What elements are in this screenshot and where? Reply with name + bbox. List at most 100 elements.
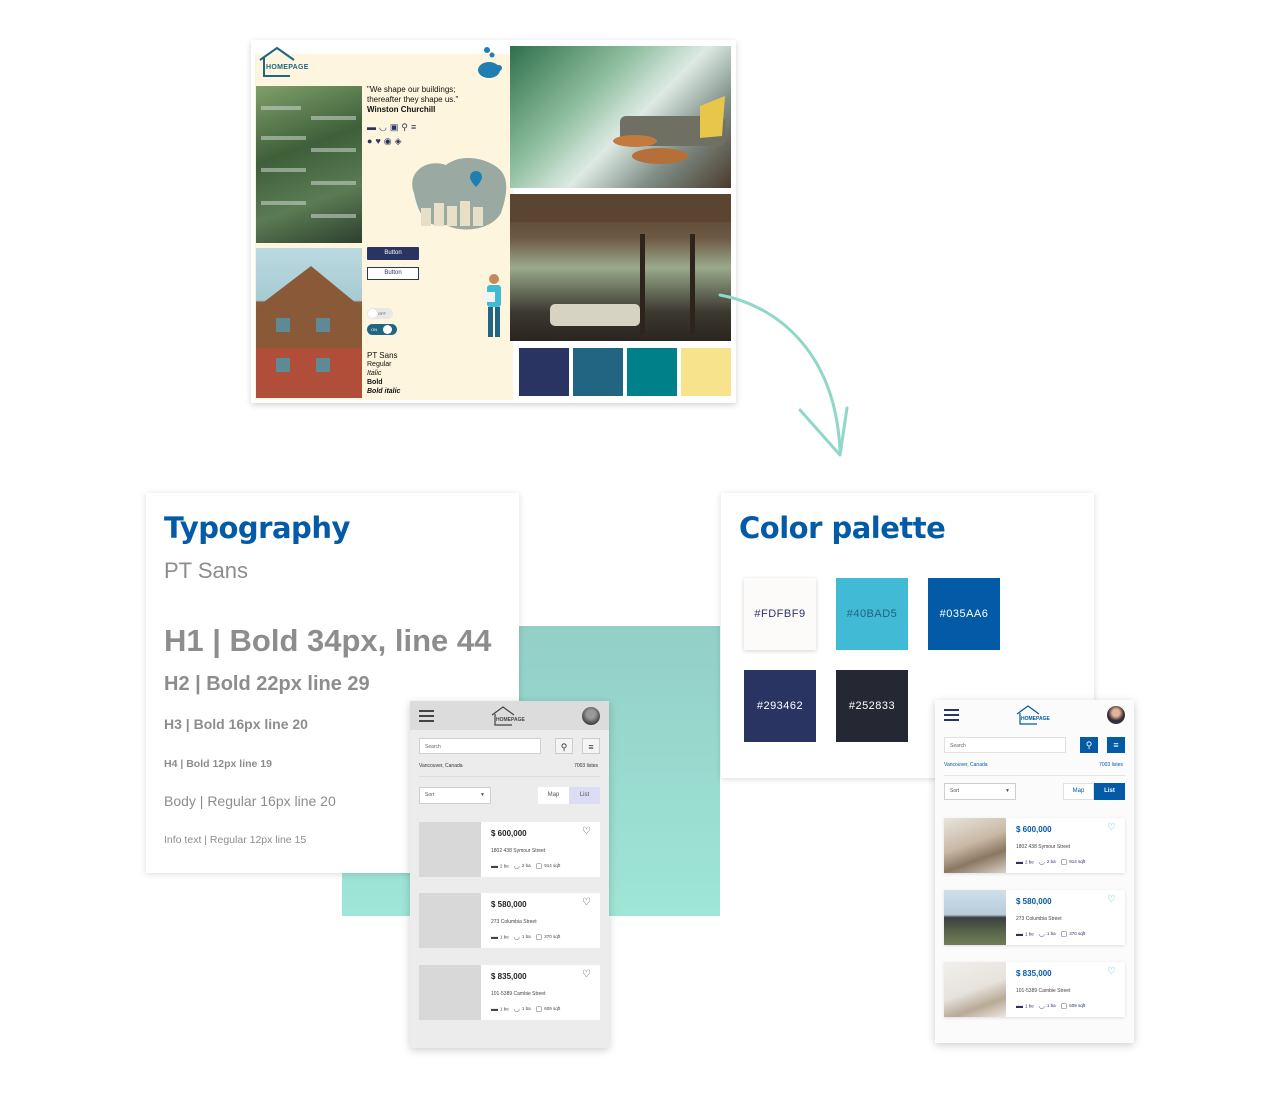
search-button[interactable]: ⚲	[555, 738, 573, 754]
house-logo-icon	[1016, 705, 1040, 725]
toggle-on-label: ON	[371, 327, 377, 332]
listing-count: 7003 listes	[1099, 762, 1123, 768]
phone-header: HOMEPAGE	[410, 701, 609, 730]
heart-icon[interactable]: ♡	[1107, 822, 1116, 833]
area-icon: ▢	[1060, 1003, 1068, 1010]
listing-address: 101-5389 Cambie Street	[1016, 988, 1071, 994]
listing-area: 370 sqft	[1069, 931, 1086, 937]
search-button[interactable]: ⚲	[1080, 737, 1098, 753]
listing-price: $ 600,000	[1016, 825, 1052, 834]
map-toggle[interactable]: Map	[1063, 783, 1094, 800]
avatar[interactable]	[582, 707, 600, 725]
moodboard-swatch	[627, 348, 677, 396]
listing-address: 1802 438 Symour Street	[1016, 844, 1071, 850]
heart-icon[interactable]: ♡	[1107, 894, 1116, 905]
bed-icon: ▬	[367, 122, 379, 132]
heart-icon[interactable]: ♡	[1107, 966, 1116, 977]
sort-select[interactable]: Sort ▼	[944, 783, 1016, 800]
location-label: Vancouver, Canada	[944, 762, 988, 768]
menu-icon[interactable]	[944, 709, 959, 721]
list-toggle[interactable]: List	[569, 787, 600, 804]
listing-address: 273 Columbia Street	[491, 919, 537, 925]
font-specimen-bold: Bold	[367, 379, 383, 386]
house-logo-icon	[259, 46, 295, 77]
filter-icon: ≡	[410, 122, 420, 132]
listing-beds: 2 be	[500, 863, 509, 869]
list-item[interactable]: $ 835,000 ♡ 101-5389 Cambie Street ▬ 1 be…	[419, 965, 600, 1020]
quote-author: Winston Churchill	[367, 105, 436, 114]
heart-icon[interactable]: ♡	[582, 969, 591, 980]
listing-features: ▬ 1 be ◡ 1 ba ▢ 370 sqft	[1016, 930, 1090, 939]
listing-price: $ 835,000	[1016, 969, 1052, 978]
phone-logo[interactable]: HOMEPAGE	[490, 705, 530, 727]
listing-beds: 2 be	[1025, 859, 1034, 865]
search-input[interactable]: Search	[944, 737, 1066, 753]
area-icon: ▢	[1060, 859, 1068, 866]
font-specimen-regular: Regular	[367, 361, 392, 368]
sort-label: Sort	[425, 792, 435, 798]
person-illustration	[483, 274, 501, 337]
listing-image	[944, 818, 1006, 873]
sample-outline-button: Button	[367, 267, 419, 280]
listing-price: $ 600,000	[491, 829, 527, 838]
typography-h1-sample: H1 | Bold 34px, line 44	[164, 623, 492, 658]
sample-filled-button: Button	[367, 247, 419, 260]
green-building-photo	[256, 86, 362, 243]
bath-icon: ◡	[1038, 1003, 1045, 1010]
divider	[419, 776, 600, 777]
listing-features: ▬ 1 be ◡ 1 ba ▢ 609 sqft	[491, 1005, 565, 1014]
font-specimen-bold-italic: Bold italic	[367, 388, 401, 395]
chevron-down-icon: ▼	[480, 792, 485, 798]
search-input[interactable]: Search	[419, 738, 541, 754]
veranda-detail	[510, 194, 731, 334]
heart-icon: ♥	[375, 136, 384, 146]
listing-address: 1802 438 Symour Street	[491, 848, 546, 854]
listing-address: 273 Columbia Street	[1016, 916, 1062, 922]
filter-button[interactable]: ≡	[1107, 737, 1125, 753]
target-icon: ◉	[383, 136, 395, 146]
living-room-photo	[510, 46, 731, 188]
typography-h2-sample: H2 | Bold 22px line 29	[164, 673, 370, 695]
sample-toggle-on: ON	[367, 324, 397, 335]
menu-icon[interactable]	[419, 710, 434, 722]
filter-icon: ≡	[588, 742, 594, 752]
listing-price: $ 835,000	[491, 972, 527, 981]
avatar[interactable]	[1107, 706, 1125, 724]
wood-building-photo	[256, 248, 362, 398]
typography-font-name: PT Sans	[164, 558, 248, 583]
listing-image	[419, 893, 481, 948]
phone-logo[interactable]: HOMEPAGE	[1015, 704, 1055, 726]
listing-baths: 1 ba	[1046, 1003, 1056, 1009]
bath-icon: ◡	[1038, 859, 1045, 866]
listing-beds: 1 be	[1025, 1003, 1034, 1009]
list-item[interactable]: $ 580,000 ♡ 273 Columbia Street ▬ 1 be ◡ 1 …	[944, 890, 1125, 945]
moodboard-logo: HOMEPAGE	[257, 46, 317, 78]
typography-h3-sample: H3 | Bold 16px line 20	[164, 716, 308, 732]
list-toggle[interactable]: List	[1094, 783, 1125, 800]
bed-icon: ▬	[1016, 858, 1023, 866]
heart-icon[interactable]: ♡	[582, 897, 591, 908]
filter-button[interactable]: ≡	[582, 738, 600, 754]
bath-icon: ◡	[513, 934, 520, 941]
font-specimen: PT Sans Regular Italic Bold Bold italic	[367, 351, 400, 396]
bed-icon: ▬	[1016, 1002, 1023, 1010]
listing-image	[944, 890, 1006, 945]
moodboard-quote: "We shape our buildings; thereafter they…	[367, 85, 487, 115]
moodboard-logo-text: HOMEPAGE	[266, 64, 309, 71]
map-toggle[interactable]: Map	[538, 787, 569, 804]
curved-arrow-icon	[718, 293, 849, 457]
list-item[interactable]: $ 600,000 ♡ 1802 438 Symour Street ▬ 2 be…	[944, 818, 1125, 873]
bed-icon: ▬	[491, 862, 498, 870]
listing-price: $ 580,000	[1016, 897, 1052, 906]
list-item[interactable]: $ 600,000 ♡ 1802 438 Symour Street ▬ 2 be…	[419, 822, 600, 877]
search-icon: ⚲	[401, 122, 411, 132]
listing-beds: 1 be	[500, 934, 509, 940]
sample-toggle-off: OFF	[367, 308, 393, 319]
list-item[interactable]: $ 835,000 ♡ 101-5389 Cambie Street ▬ 1 be…	[944, 962, 1125, 1017]
bath-icon: ◡	[513, 863, 520, 870]
heart-icon[interactable]: ♡	[582, 826, 591, 837]
moodboard-icon-set: ▬◡▣⚲≡ ●♥◉◈	[367, 120, 457, 148]
quote-line-1: "We shape our buildings;	[367, 85, 456, 94]
sort-select[interactable]: Sort ▼	[419, 787, 491, 804]
list-item[interactable]: $ 580,000 ♡ 273 Columbia Street ▬ 1 be ◡ 1 …	[419, 893, 600, 948]
